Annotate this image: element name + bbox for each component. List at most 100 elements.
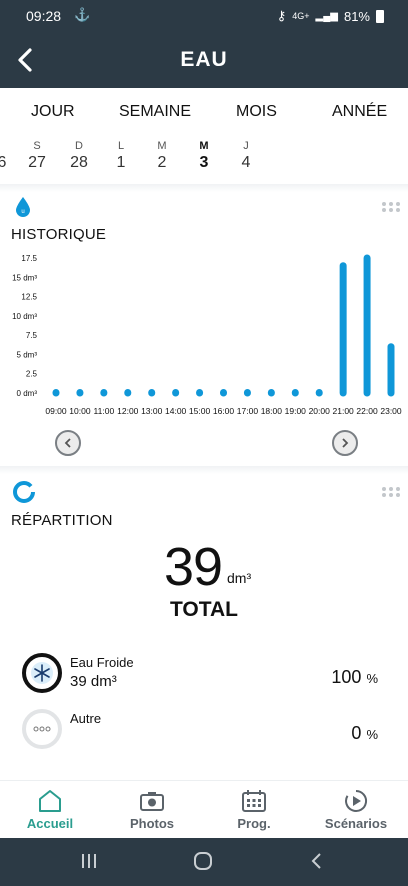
y-tick-label: 7.5	[26, 331, 38, 340]
tab-label: Accueil	[26, 816, 74, 831]
tab-prog[interactable]: Prog.	[209, 789, 299, 831]
day-number: 27	[28, 154, 46, 171]
autre-ring	[22, 709, 62, 749]
period-tabs: JOUR SEMAINE MOIS ANNÉE	[0, 100, 408, 126]
x-tick-label: 19:00	[285, 406, 307, 416]
home-system-icon[interactable]	[193, 852, 213, 870]
status-bar: 09:28 ⚓ ⚷ 4G+ ▂▄▆ 81%	[0, 0, 408, 32]
day-number: 1	[116, 154, 126, 171]
item-name: Eau Froide	[70, 655, 134, 670]
x-tick-label: 23:00	[380, 406, 402, 416]
play-circle-icon	[345, 789, 368, 812]
recent-apps-icon[interactable]	[80, 852, 98, 870]
historique-title: HISTORIQUE	[11, 226, 107, 243]
day-number: 2	[157, 154, 167, 171]
x-tick-label: 10:00	[69, 406, 91, 416]
day-item-selected[interactable]: M 3	[189, 140, 219, 172]
back-system-icon[interactable]	[309, 852, 323, 870]
x-tick-label: 16:00	[213, 406, 235, 416]
day-letter: L	[117, 140, 125, 152]
home-icon	[39, 790, 61, 812]
battery-text: 81%	[343, 8, 370, 24]
repartition-item[interactable]: Eau Froide 39 dm³ 100 %	[0, 653, 408, 701]
svg-text:u: u	[21, 209, 24, 215]
day-letter: J	[243, 140, 249, 152]
tab-label: Scénarios	[324, 816, 388, 831]
day-number: 3	[199, 154, 209, 171]
x-tick-label: 21:00	[333, 406, 355, 416]
x-tick-label: 15:00	[189, 406, 211, 416]
x-tick-label: 09:00	[45, 406, 67, 416]
next-button[interactable]	[332, 430, 358, 456]
repartition-item[interactable]: Autre 0 %	[0, 709, 408, 757]
day-letter	[0, 140, 17, 154]
day-item[interactable]: D 28	[64, 140, 94, 172]
item-percent: 0 %	[351, 723, 378, 744]
percent-value: 0	[351, 723, 362, 743]
y-tick-label: 10 dm³	[12, 312, 37, 321]
calendar-icon	[242, 790, 266, 812]
x-tick-label: 20:00	[309, 406, 331, 416]
chevron-right-icon	[342, 438, 349, 448]
day-letter: D	[75, 140, 83, 152]
x-tick-label: 22:00	[356, 406, 378, 416]
y-tick-label: 12.5	[21, 293, 37, 302]
tab-annee[interactable]: ANNÉE	[332, 103, 387, 121]
donut-chart-icon	[13, 481, 35, 503]
day-selector: 6 S 27 D 28 L 1 M 2 M 3 J 4	[0, 140, 408, 180]
more-dots-icon	[33, 726, 51, 732]
item-name: Autre	[70, 711, 102, 726]
day-item[interactable]: 6	[0, 140, 17, 172]
page-title: EAU	[180, 48, 228, 71]
total-value: 39	[164, 537, 223, 597]
tab-semaine[interactable]: SEMAINE	[119, 103, 191, 121]
eau-froide-ring	[22, 653, 62, 693]
x-tick-label: 13:00	[141, 406, 163, 416]
x-tick-label: 17:00	[237, 406, 259, 416]
tab-mois[interactable]: MOIS	[236, 103, 277, 121]
x-tick-label: 14:00	[165, 406, 187, 416]
drag-handle-icon[interactable]	[382, 202, 400, 212]
status-time: 09:28	[26, 8, 62, 24]
x-tick-label: 11:00	[94, 406, 115, 416]
percent-unit: %	[366, 727, 378, 742]
total-unit: dm³	[227, 570, 252, 586]
item-percent: 100 %	[331, 667, 378, 688]
drag-handle-icon[interactable]	[382, 487, 400, 497]
day-item[interactable]: L 1	[106, 140, 136, 172]
usb-icon: ⚓	[74, 7, 91, 22]
signal-icon: ▂▄▆	[315, 10, 338, 22]
percent-unit: %	[366, 671, 378, 686]
tab-accueil[interactable]: Accueil	[5, 789, 95, 831]
percent-value: 100	[331, 667, 362, 687]
bottom-navigation: Accueil Photos Prog. Scénarios	[0, 780, 408, 838]
previous-button[interactable]	[55, 430, 81, 456]
network-label: 4G+	[292, 11, 310, 21]
day-item[interactable]: M 2	[147, 140, 177, 172]
system-navigation	[0, 838, 408, 886]
day-number: 6	[0, 154, 7, 171]
x-tick-label: 12:00	[117, 406, 139, 416]
tab-label: Prog.	[237, 816, 271, 831]
battery-icon	[376, 9, 384, 23]
tab-label: Photos	[129, 816, 175, 831]
y-tick-label: 15 dm³	[12, 273, 37, 282]
water-drop-icon: u	[16, 197, 30, 217]
snowflake-icon	[31, 662, 53, 684]
item-volume: 39 dm³	[70, 673, 117, 690]
chevron-left-icon	[64, 438, 71, 448]
day-item[interactable]: J 4	[231, 140, 261, 172]
tab-photos[interactable]: Photos	[107, 789, 197, 831]
section-divider	[0, 466, 408, 474]
day-number: 4	[241, 154, 251, 171]
y-tick-label: 2.5	[26, 370, 38, 379]
app-header: EAU	[0, 32, 408, 88]
consumption-bar-chart: 0 dm³ 2.5 5 dm³ 7.5 10 dm³ 12.5 15 dm³ 17.5 09:0…	[12, 254, 402, 416]
key-icon: ⚷	[276, 8, 287, 23]
tab-scenarios[interactable]: Scénarios	[311, 789, 401, 831]
day-letter: S	[33, 140, 41, 152]
tab-jour[interactable]: JOUR	[31, 103, 75, 121]
day-letter: M	[157, 140, 167, 152]
x-tick-label: 18:00	[261, 406, 283, 416]
day-item[interactable]: S 27	[22, 140, 52, 172]
